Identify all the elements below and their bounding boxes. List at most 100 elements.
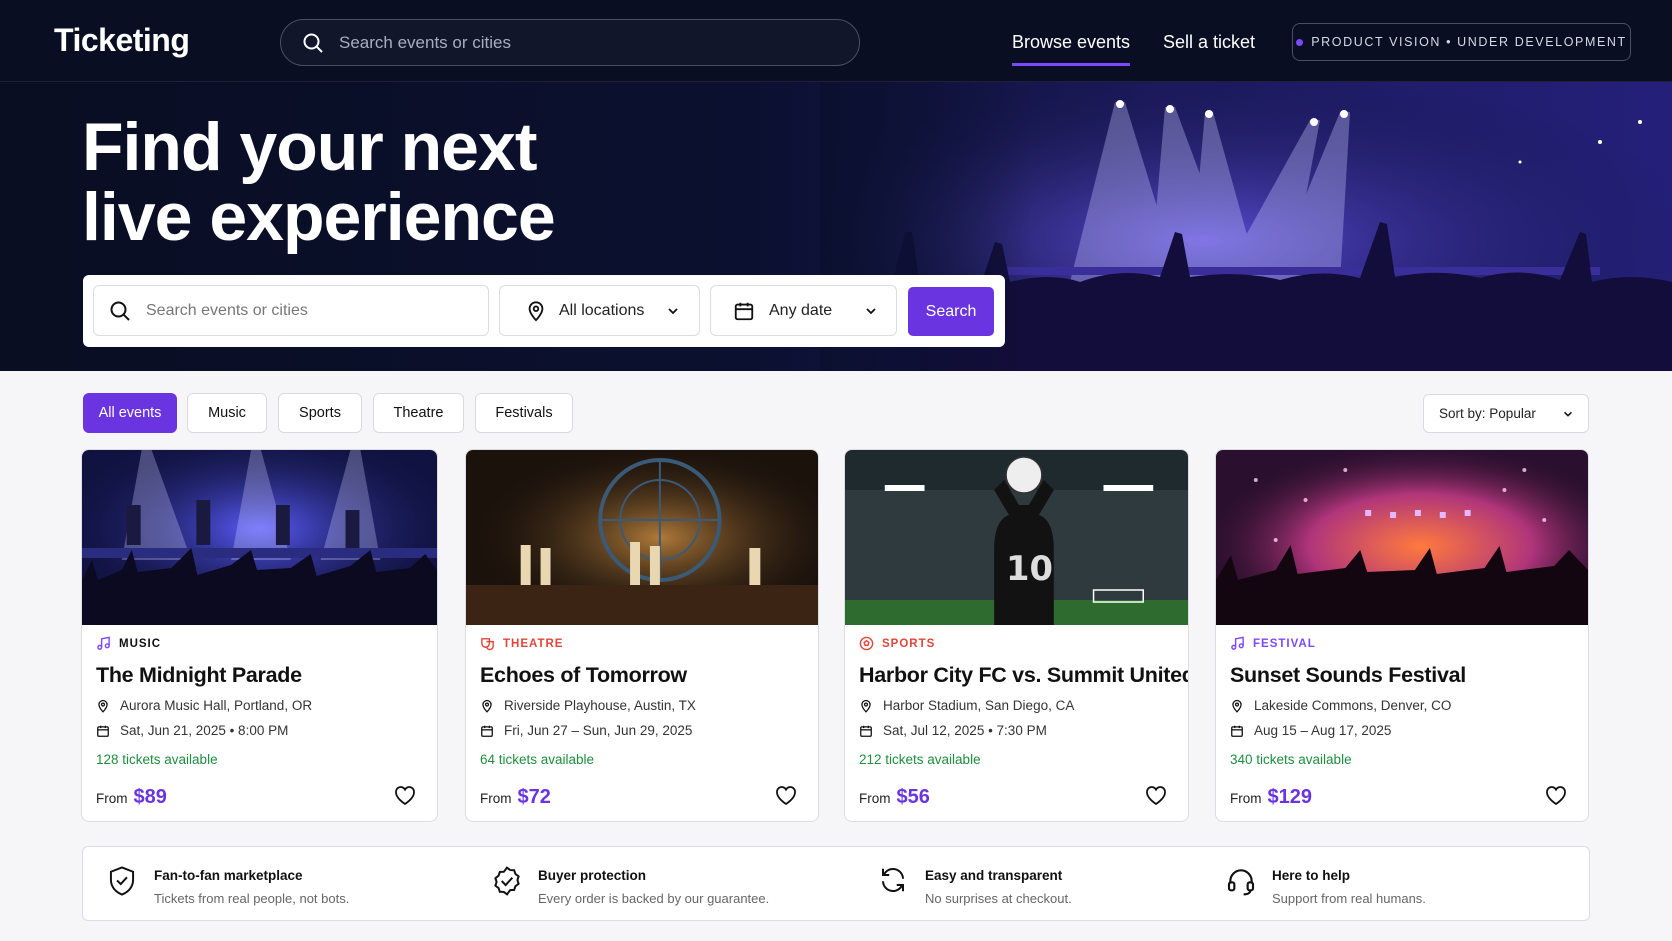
category-label: SPORTS [859, 636, 935, 651]
location-pin-icon [98, 699, 108, 713]
feature-subtitle: Tickets from real people, not bots. [154, 891, 350, 906]
filter-sports[interactable]: Sports [278, 393, 362, 433]
feature-item: Fan-to-fan marketplace Tickets from real… [107, 847, 427, 922]
location-pin-icon [482, 699, 492, 713]
feature-title: Easy and transparent [925, 868, 1063, 883]
soccer-ball-icon [859, 636, 874, 651]
date-text: Sat, Jun 21, 2025 • 8:00 PM [120, 723, 289, 738]
hero-title-line-2: live experience [82, 179, 556, 255]
location-pin-icon [528, 300, 544, 321]
category-label: MUSIC [96, 636, 161, 651]
calendar-icon [734, 302, 754, 320]
date-text: Sat, Jul 12, 2025 • 7:30 PM [883, 723, 1047, 738]
venue-text: Riverside Playhouse, Austin, TX [504, 698, 696, 713]
refresh-icon [882, 867, 904, 893]
theatre-masks-icon [481, 638, 494, 651]
heart-icon[interactable] [1144, 784, 1168, 806]
calendar-icon [860, 725, 872, 737]
location-pin-icon [861, 699, 871, 713]
price-value: $72 [517, 786, 551, 808]
location-value: All locations [559, 301, 645, 319]
headset-icon [1227, 869, 1255, 896]
chevron-down-icon [866, 307, 876, 314]
event-image-theatre [466, 450, 818, 625]
price-value: $89 [133, 786, 167, 808]
nav-browse-events[interactable]: Browse events [1012, 32, 1131, 66]
event-title[interactable]: Echoes of Tomorrow [480, 663, 687, 688]
calendar-icon [1231, 725, 1243, 737]
calendar-icon [97, 725, 109, 737]
event-card[interactable]: FESTIVAL Sunset Sounds Festival Lakeside… [1215, 449, 1589, 822]
verified-badge-icon [494, 866, 520, 896]
price-from-label: From [1230, 791, 1262, 806]
sort-value: Popular [1489, 406, 1536, 421]
filter-theatre[interactable]: Theatre [373, 393, 464, 433]
brand-logo[interactable]: Ticketing [54, 22, 190, 59]
availability-text: 128 tickets available [96, 752, 218, 767]
price-from-label: From [480, 791, 512, 806]
price-value: $56 [896, 786, 930, 808]
category-label: FESTIVAL [1230, 636, 1316, 651]
location-pin-icon [1232, 699, 1242, 713]
event-price: From $72 [480, 786, 551, 809]
status-badge-text: PRODUCT VISION • UNDER DEVELOPMENT [1311, 35, 1627, 49]
filter-all-events[interactable]: All events [83, 393, 177, 433]
event-price: From $56 [859, 786, 930, 809]
search-button[interactable]: Search [908, 287, 994, 336]
price-value: $129 [1267, 786, 1313, 808]
status-dot [1296, 38, 1304, 46]
category-text: SPORTS [882, 637, 936, 650]
feature-item: Easy and transparent No surprises at che… [878, 847, 1178, 922]
search-icon [110, 301, 130, 321]
category-text: MUSIC [119, 637, 162, 650]
hero-search-input[interactable]: Search events or cities [93, 285, 489, 336]
event-date: Sat, Jul 12, 2025 • 7:30 PM [859, 723, 1047, 738]
top-nav: Ticketing Search events or cities Browse… [0, 0, 1672, 82]
event-venue: Riverside Playhouse, Austin, TX [480, 698, 696, 713]
date-dropdown[interactable]: Any date [710, 285, 897, 336]
chevron-down-icon [668, 307, 679, 314]
music-note-icon [1231, 636, 1244, 650]
event-title[interactable]: Harbor City FC vs. Summit United [859, 663, 1188, 688]
hero-title: Find your next live experience [82, 109, 556, 255]
price-from-label: From [96, 791, 128, 806]
status-badge: PRODUCT VISION • UNDER DEVELOPMENT [1292, 23, 1631, 61]
heart-icon[interactable] [1544, 784, 1568, 806]
venue-text: Aurora Music Hall, Portland, OR [120, 698, 313, 713]
svg-text:10: 10 [1006, 549, 1053, 588]
music-note-icon [97, 636, 110, 650]
date-text: Fri, Jun 27 – Sun, Jun 29, 2025 [504, 723, 693, 738]
category-label: THEATRE [480, 636, 563, 651]
availability-text: 64 tickets available [480, 752, 595, 767]
heart-icon[interactable] [774, 784, 798, 806]
location-dropdown[interactable]: All locations [499, 285, 700, 336]
event-price: From $129 [1230, 786, 1312, 809]
price-from-label: From [859, 791, 891, 806]
date-text: Aug 15 – Aug 17, 2025 [1254, 723, 1392, 738]
calendar-icon [481, 725, 493, 737]
availability-text: 212 tickets available [859, 752, 981, 767]
event-image-festival [1216, 450, 1588, 625]
filter-festivals[interactable]: Festivals [475, 393, 573, 433]
category-text: THEATRE [503, 637, 564, 650]
hero-title-line-1: Find your next [82, 109, 537, 185]
feature-subtitle: Every order is backed by our guarantee. [538, 891, 770, 906]
event-title[interactable]: The Midnight Parade [96, 663, 302, 688]
sort-dropdown[interactable]: Sort by: Popular [1423, 394, 1589, 433]
event-card[interactable]: THEATRE Echoes of Tomorrow Riverside Pla… [465, 449, 819, 822]
event-card[interactable]: 10 SPORTS Harbor City FC vs. Summit Unit… [844, 449, 1189, 822]
event-title[interactable]: Sunset Sounds Festival [1230, 663, 1466, 688]
feature-item: Buyer protection Every order is backed b… [491, 847, 821, 922]
feature-item: Here to help Support from real humans. [1225, 847, 1525, 922]
sort-label: Sort by: [1439, 406, 1486, 421]
nav-search-placeholder: Search events or cities [339, 32, 511, 52]
event-card[interactable]: MUSIC The Midnight Parade Aurora Music H… [81, 449, 438, 822]
filter-music[interactable]: Music [187, 393, 267, 433]
feature-subtitle: Support from real humans. [1272, 891, 1426, 906]
event-image-concert [82, 450, 437, 625]
nav-sell-ticket[interactable]: Sell a ticket [1163, 32, 1255, 53]
nav-search-input[interactable]: Search events or cities [280, 19, 860, 66]
event-venue: Harbor Stadium, San Diego, CA [859, 698, 1074, 713]
heart-icon[interactable] [393, 784, 417, 806]
feature-title: Fan-to-fan marketplace [154, 868, 303, 883]
